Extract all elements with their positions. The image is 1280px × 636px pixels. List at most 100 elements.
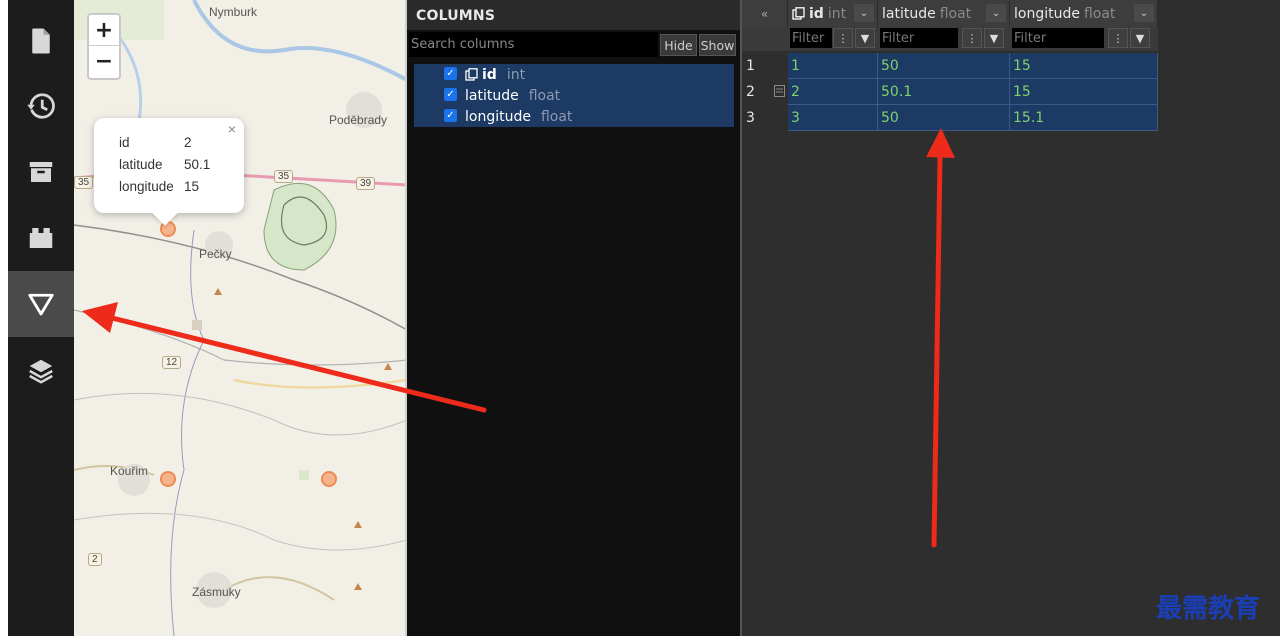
columns-search-input[interactable] xyxy=(409,32,658,57)
map-tiles xyxy=(74,0,405,636)
checkbox-checked-icon[interactable]: ✓ xyxy=(444,109,457,122)
chevron-down-icon[interactable]: ⌄ xyxy=(1134,4,1154,22)
file-icon xyxy=(32,28,50,54)
road-shield: 35 xyxy=(74,176,94,189)
key-column-icon xyxy=(792,7,805,20)
columns-panel: COLUMNS Hide Show ✓ id int ✓ latitude fl… xyxy=(407,0,740,636)
road-shield: 12 xyxy=(162,356,182,369)
popup-row: id 2 xyxy=(119,131,210,153)
sidebar xyxy=(0,0,74,636)
column-name: id xyxy=(482,66,497,83)
zoom-out-button[interactable]: − xyxy=(89,46,119,77)
sidebar-item-history[interactable] xyxy=(8,73,74,139)
filter-cell-id: Filter ⋮ ▼ xyxy=(788,27,878,51)
table-cell[interactable]: 3 xyxy=(788,105,878,131)
popup-row: longitude 15 xyxy=(119,175,210,197)
columns-list: ✓ id int ✓ latitude float ✓ longitude fl… xyxy=(414,64,734,127)
table-cell[interactable]: 1 xyxy=(788,53,878,79)
sidebar-item-filter[interactable] xyxy=(8,271,74,337)
popup-value: 50.1 xyxy=(184,156,211,172)
road-shield: 39 xyxy=(356,177,376,190)
header-name: id xyxy=(809,5,824,22)
popup-table: id 2 latitude 50.1 longitude 15 xyxy=(119,131,210,197)
filter-input[interactable]: Filter xyxy=(880,28,958,48)
header-type: int xyxy=(827,5,847,22)
filter-input[interactable]: Filter xyxy=(1012,28,1104,48)
sidebar-item-layers[interactable] xyxy=(8,338,74,404)
filter-cell-latitude: Filter ⋮ ▼ xyxy=(878,27,1010,51)
filter-input[interactable]: Filter xyxy=(790,28,832,48)
place-label: Pečky xyxy=(199,247,232,261)
grid-header-latitude[interactable]: latitude float ⌄ xyxy=(878,0,1010,27)
columns-panel-title: COLUMNS xyxy=(407,0,740,30)
header-type: float xyxy=(1083,5,1116,22)
popup-key: longitude xyxy=(119,178,174,194)
map-marker[interactable] xyxy=(321,471,337,487)
table-cell[interactable]: 15 xyxy=(1010,79,1158,105)
map-view[interactable]: Nymburk Poděbrady Pečky Kouřim Zásmuky 3… xyxy=(74,0,407,636)
filter-icon[interactable]: ▼ xyxy=(1130,28,1150,48)
history-icon xyxy=(27,93,55,119)
table-row[interactable]: 1 1 50 15 xyxy=(742,53,1158,79)
sidebar-item-file[interactable] xyxy=(8,8,74,74)
popup-row: latitude 50.1 xyxy=(119,153,210,175)
place-label: Poděbrady xyxy=(329,113,388,127)
checkbox-checked-icon[interactable]: ✓ xyxy=(444,67,457,80)
app-root: Nymburk Poděbrady Pečky Kouřim Zásmuky 3… xyxy=(0,0,1280,636)
column-item-longitude[interactable]: ✓ longitude float xyxy=(414,106,734,127)
chevron-down-icon[interactable]: ⌄ xyxy=(854,4,874,22)
column-item-latitude[interactable]: ✓ latitude float xyxy=(414,85,734,106)
zoom-control: + − xyxy=(87,13,121,80)
sidebar-item-archive[interactable] xyxy=(8,139,74,205)
filter-icon[interactable]: ▼ xyxy=(855,28,875,48)
header-name: longitude xyxy=(1014,5,1080,22)
popup-value: 15 xyxy=(184,178,200,194)
place-label: Kouřim xyxy=(110,464,149,478)
show-columns-button[interactable]: Show xyxy=(699,34,736,56)
header-type: float xyxy=(939,5,972,22)
column-name: longitude xyxy=(465,108,531,125)
sidebar-rail xyxy=(0,0,8,636)
row-detail-icon[interactable] xyxy=(774,85,785,97)
grid-header-longitude[interactable]: longitude float ⌄ xyxy=(1010,0,1158,27)
layers-icon xyxy=(29,359,53,384)
table-cell[interactable]: 15.1 xyxy=(1010,105,1158,131)
hide-columns-button[interactable]: Hide xyxy=(660,34,697,56)
feature-popup: × id 2 latitude 50.1 longitude 15 xyxy=(94,118,244,226)
close-icon[interactable]: × xyxy=(228,121,236,137)
grid-header-id[interactable]: id int ⌄ xyxy=(788,0,878,27)
checkbox-checked-icon[interactable]: ✓ xyxy=(444,88,457,101)
row-number: 1 xyxy=(742,53,788,79)
table-row[interactable]: 3 3 50 15.1 xyxy=(742,105,1158,131)
more-options-icon[interactable]: ⋮ xyxy=(962,28,982,48)
table-cell[interactable]: 50 xyxy=(878,53,1010,79)
table-cell[interactable]: 2 xyxy=(788,79,878,105)
watermark-text: 最需教育 xyxy=(1156,594,1261,624)
place-label: Nymburk xyxy=(209,5,258,19)
columns-search-row: Hide Show xyxy=(409,32,738,57)
road-shield: 35 xyxy=(274,170,294,183)
data-grid: « id int ⌄ latitude float ⌄ longitude fl… xyxy=(740,0,1280,636)
table-cell[interactable]: 50.1 xyxy=(878,79,1010,105)
more-options-icon[interactable]: ⋮ xyxy=(1108,28,1128,48)
collapse-panel-button[interactable]: « xyxy=(742,0,788,27)
column-type: float xyxy=(540,108,573,125)
more-options-icon[interactable]: ⋮ xyxy=(833,28,853,48)
road-shield: 2 xyxy=(88,553,102,566)
column-type: int xyxy=(506,66,526,83)
table-cell[interactable]: 15 xyxy=(1010,53,1158,79)
filter-icon[interactable]: ▼ xyxy=(984,28,1004,48)
map-marker[interactable] xyxy=(160,471,176,487)
archive-icon xyxy=(29,162,53,182)
column-item-id[interactable]: ✓ id int xyxy=(414,64,734,85)
table-row[interactable]: 2 2 50.1 15 xyxy=(742,79,1158,105)
row-number: 3 xyxy=(742,105,788,131)
place-label: Zásmuky xyxy=(192,585,241,599)
chevron-down-icon[interactable]: ⌄ xyxy=(986,4,1006,22)
zoom-in-button[interactable]: + xyxy=(89,15,119,46)
popup-key: id xyxy=(119,134,130,150)
table-cell[interactable]: 50 xyxy=(878,105,1010,131)
sidebar-item-widgets[interactable] xyxy=(8,205,74,271)
key-column-icon xyxy=(465,68,478,81)
popup-value: 2 xyxy=(184,134,192,150)
